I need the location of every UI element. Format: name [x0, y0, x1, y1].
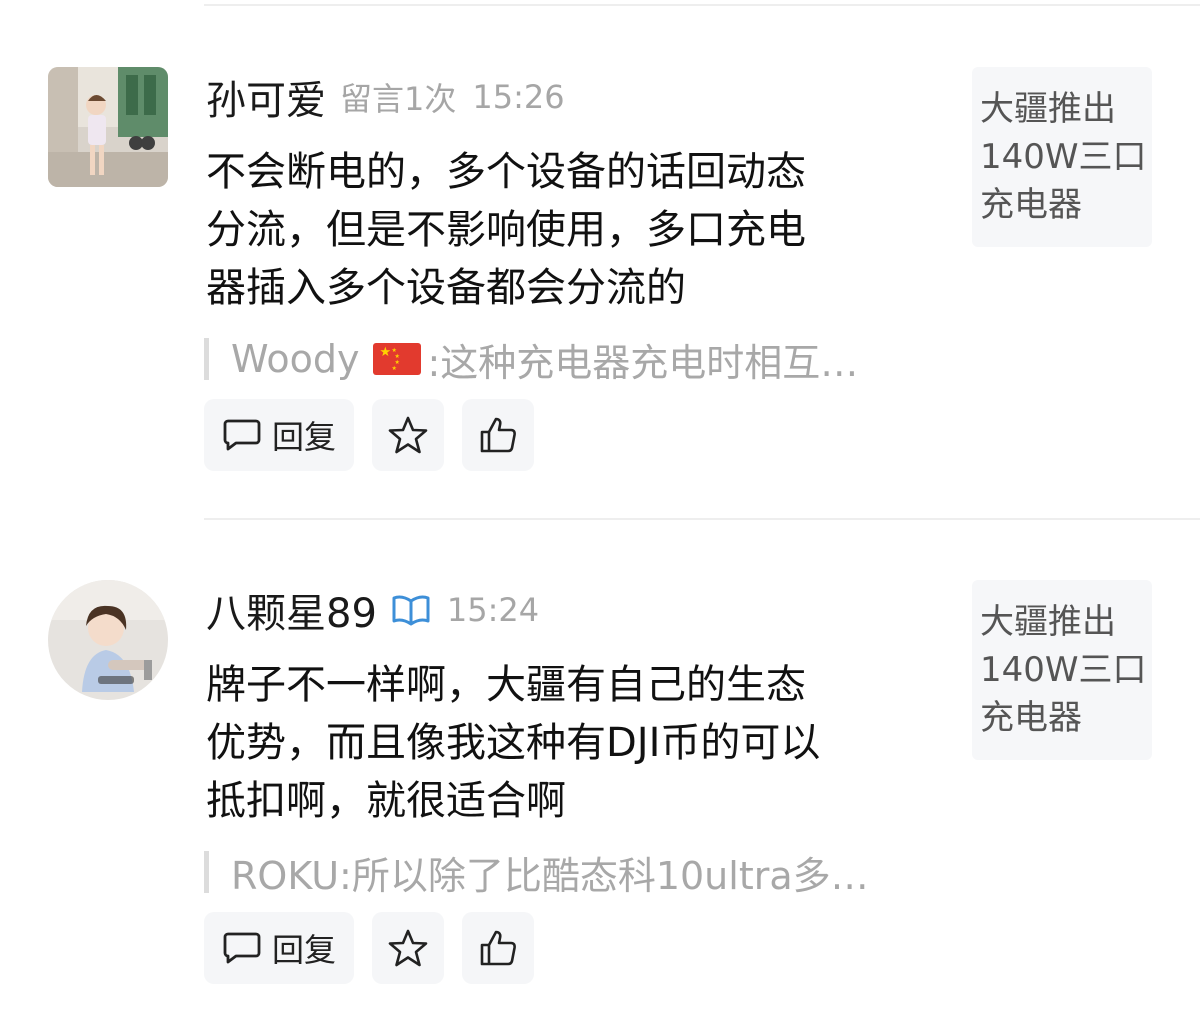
comment-body[interactable]: 不会断电的，多个设备的话回动态 分流，但是不影响使用，多口充电 器插入多个设备都… [206, 143, 906, 317]
quote-bar [204, 338, 209, 380]
message-count: 留言1次 [340, 80, 457, 118]
reply-label: 回复 [271, 931, 336, 969]
like-button[interactable] [462, 912, 534, 984]
comment-item: 八颗星89 15:24 牌子不一样啊，大疆有自己的生态 优势，而且像我这种有DJ… [0, 580, 1200, 1000]
reply-button[interactable]: 回复 [204, 399, 354, 471]
comment-bubble-icon [223, 419, 261, 451]
quoted-reply[interactable]: ROKU:所以除了比酷态科10ultra多… [204, 850, 869, 898]
article-title-line: 大疆推出 [980, 602, 1116, 642]
action-bar: 回复 [204, 399, 534, 471]
username[interactable]: 孙可爱 [206, 68, 326, 126]
source-article-card[interactable]: 大疆推出 140W三口 充电器 [972, 67, 1152, 247]
china-flag-icon: ★ ★ ★ ★ ★ [373, 343, 422, 375]
reply-label: 回复 [271, 418, 336, 456]
favorite-button[interactable] [372, 912, 444, 984]
like-button[interactable] [462, 399, 534, 471]
quote-text: :这种充电器充电时相互… [427, 340, 859, 385]
timestamp: 15:26 [472, 78, 565, 116]
comment-line: 分流，但是不影响使用，多口充电 [206, 207, 806, 253]
article-title-line: 充电器 [980, 698, 1082, 738]
avatar[interactable] [48, 67, 168, 187]
comment-item: 孙可爱 留言1次 15:26 不会断电的，多个设备的话回动态 分流，但是不影响使… [0, 67, 1200, 487]
reply-button[interactable]: 回复 [204, 912, 354, 984]
quote-text: ROKU:所以除了比酷态科10ultra多… [231, 853, 869, 898]
comment-line: 不会断电的，多个设备的话回动态 [206, 149, 806, 195]
quote-author: Woody [231, 337, 360, 381]
comment-line: 优势，而且像我这种有DJI币的可以 [206, 720, 821, 766]
avatar[interactable] [48, 580, 168, 700]
quote-bar [204, 851, 209, 893]
comment-line: 器插入多个设备都会分流的 [206, 265, 686, 311]
comment-body[interactable]: 牌子不一样啊，大疆有自己的生态 优势，而且像我这种有DJI币的可以 抵扣啊，就很… [206, 656, 906, 830]
quoted-reply[interactable]: Woody ★ ★ ★ ★ ★ :这种充电器充电时相互… [204, 337, 858, 385]
thumbs-up-icon [480, 930, 516, 966]
comment-line: 牌子不一样啊，大疆有自己的生态 [206, 662, 806, 708]
thumbs-up-icon [480, 417, 516, 453]
verified-book-icon [391, 592, 431, 628]
article-title-line: 140W三口 [980, 650, 1147, 690]
timestamp: 15:24 [446, 591, 540, 629]
comment-divider [204, 518, 1200, 520]
star-icon [388, 416, 428, 454]
article-title-line: 140W三口 [980, 137, 1147, 177]
comment-bubble-icon [223, 932, 261, 964]
article-title-line: 充电器 [980, 185, 1082, 225]
action-bar: 回复 [204, 912, 534, 984]
source-article-card[interactable]: 大疆推出 140W三口 充电器 [972, 580, 1152, 760]
article-title-line: 大疆推出 [980, 89, 1116, 129]
star-icon [388, 929, 428, 967]
favorite-button[interactable] [372, 399, 444, 471]
comment-line: 抵扣啊，就很适合啊 [206, 778, 566, 824]
top-divider [204, 4, 1200, 6]
comment-header: 孙可爱 留言1次 15:26 [206, 67, 565, 127]
comment-header: 八颗星89 15:24 [206, 580, 539, 640]
username[interactable]: 八颗星89 [206, 581, 377, 639]
